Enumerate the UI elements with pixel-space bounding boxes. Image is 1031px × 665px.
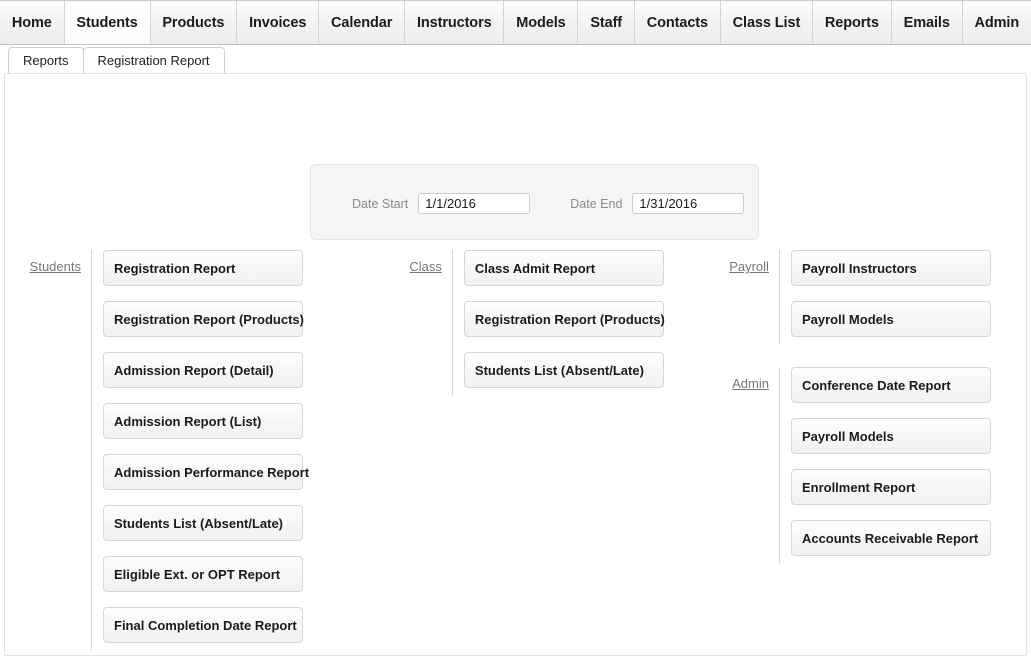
nav-item-reports[interactable]: Reports xyxy=(813,1,892,44)
nav-item-home[interactable]: Home xyxy=(0,1,65,44)
nav-item-class-list[interactable]: Class List xyxy=(721,1,814,44)
report-button[interactable]: Students List (Absent/Late) xyxy=(103,505,303,541)
group-class: Class Class Admit Report Registration Rep… xyxy=(380,250,707,396)
nav-item-staff[interactable]: Staff xyxy=(578,1,635,44)
nav-item-emails[interactable]: Emails xyxy=(892,1,963,44)
date-start-input[interactable] xyxy=(418,193,531,214)
group-label-admin[interactable]: Admin xyxy=(707,367,779,391)
report-button[interactable]: Registration Report (Products) xyxy=(463,301,665,337)
date-start-label: Date Start xyxy=(352,196,409,211)
tab-registration-report[interactable]: Registration Report xyxy=(82,47,225,73)
report-button[interactable]: Admission Report (List) xyxy=(103,403,303,439)
report-column-students: Students Registration Report Registration… xyxy=(5,250,380,651)
report-button[interactable]: Payroll Instructors xyxy=(790,250,991,286)
report-column-class: Class Class Admit Report Registration Rep… xyxy=(380,250,707,651)
report-button[interactable]: Accounts Receivable Report xyxy=(790,520,991,556)
report-button[interactable]: Final Completion Date Report xyxy=(103,607,303,643)
report-button[interactable]: Admission Report (Detail) xyxy=(103,352,303,388)
date-end-label: Date End xyxy=(570,196,623,211)
group-students: Students Registration Report Registration… xyxy=(19,250,380,651)
group-admin: Admin Conference Date Report Payroll Mode… xyxy=(707,367,1026,564)
nav-item-admin[interactable]: Admin xyxy=(963,1,1031,44)
report-button[interactable]: Enrollment Report xyxy=(790,469,991,505)
group-body-students: Registration Report Registration Report (… xyxy=(91,250,309,651)
report-button[interactable]: Class Admit Report xyxy=(463,250,664,286)
report-button[interactable]: Students List (Absent/Late) xyxy=(463,352,664,388)
report-column-payroll-admin: Payroll Payroll Instructors Payroll Model… xyxy=(707,250,1026,651)
report-button[interactable]: Conference Date Report xyxy=(790,367,991,403)
group-body-admin: Conference Date Report Payroll Models Enro… xyxy=(778,367,991,564)
report-button[interactable]: Registration Report xyxy=(103,250,303,286)
report-button[interactable]: Payroll Models xyxy=(790,418,991,454)
group-body-payroll: Payroll Instructors Payroll Models xyxy=(778,250,991,345)
group-label-payroll[interactable]: Payroll xyxy=(707,250,779,274)
report-button[interactable]: Admission Performance Report xyxy=(103,454,309,490)
nav-item-students[interactable]: Students xyxy=(64,1,151,44)
group-label-class[interactable]: Class xyxy=(380,250,452,274)
nav-item-invoices[interactable]: Invoices xyxy=(237,1,320,44)
group-payroll: Payroll Payroll Instructors Payroll Model… xyxy=(707,250,1026,345)
nav-item-calendar[interactable]: Calendar xyxy=(319,1,406,44)
date-filter-card: Date Start Date End xyxy=(310,164,759,240)
reports-content-panel: Date Start Date End Students Registratio… xyxy=(4,73,1027,656)
group-body-class: Class Admit Report Registration Report (P… xyxy=(451,250,665,396)
nav-item-instructors[interactable]: Instructors xyxy=(405,1,505,44)
report-groups: Students Registration Report Registration… xyxy=(5,250,1026,651)
main-navigation: Home Students Products Invoices Calendar Inst… xyxy=(0,0,1031,45)
nav-item-models[interactable]: Models xyxy=(504,1,579,44)
nav-item-products[interactable]: Products xyxy=(151,1,238,44)
date-filter-row: Date Start Date End xyxy=(311,193,758,214)
date-end-input[interactable] xyxy=(632,193,745,214)
tab-reports[interactable]: Reports xyxy=(8,47,84,73)
group-label-students[interactable]: Students xyxy=(19,250,91,274)
tab-bar: Reports Registration Report xyxy=(0,45,1031,73)
report-button[interactable]: Eligible Ext. or OPT Report xyxy=(103,556,303,592)
nav-item-contacts[interactable]: Contacts xyxy=(635,1,721,44)
report-button[interactable]: Registration Report (Products) xyxy=(103,301,304,337)
report-button[interactable]: Payroll Models xyxy=(790,301,991,337)
